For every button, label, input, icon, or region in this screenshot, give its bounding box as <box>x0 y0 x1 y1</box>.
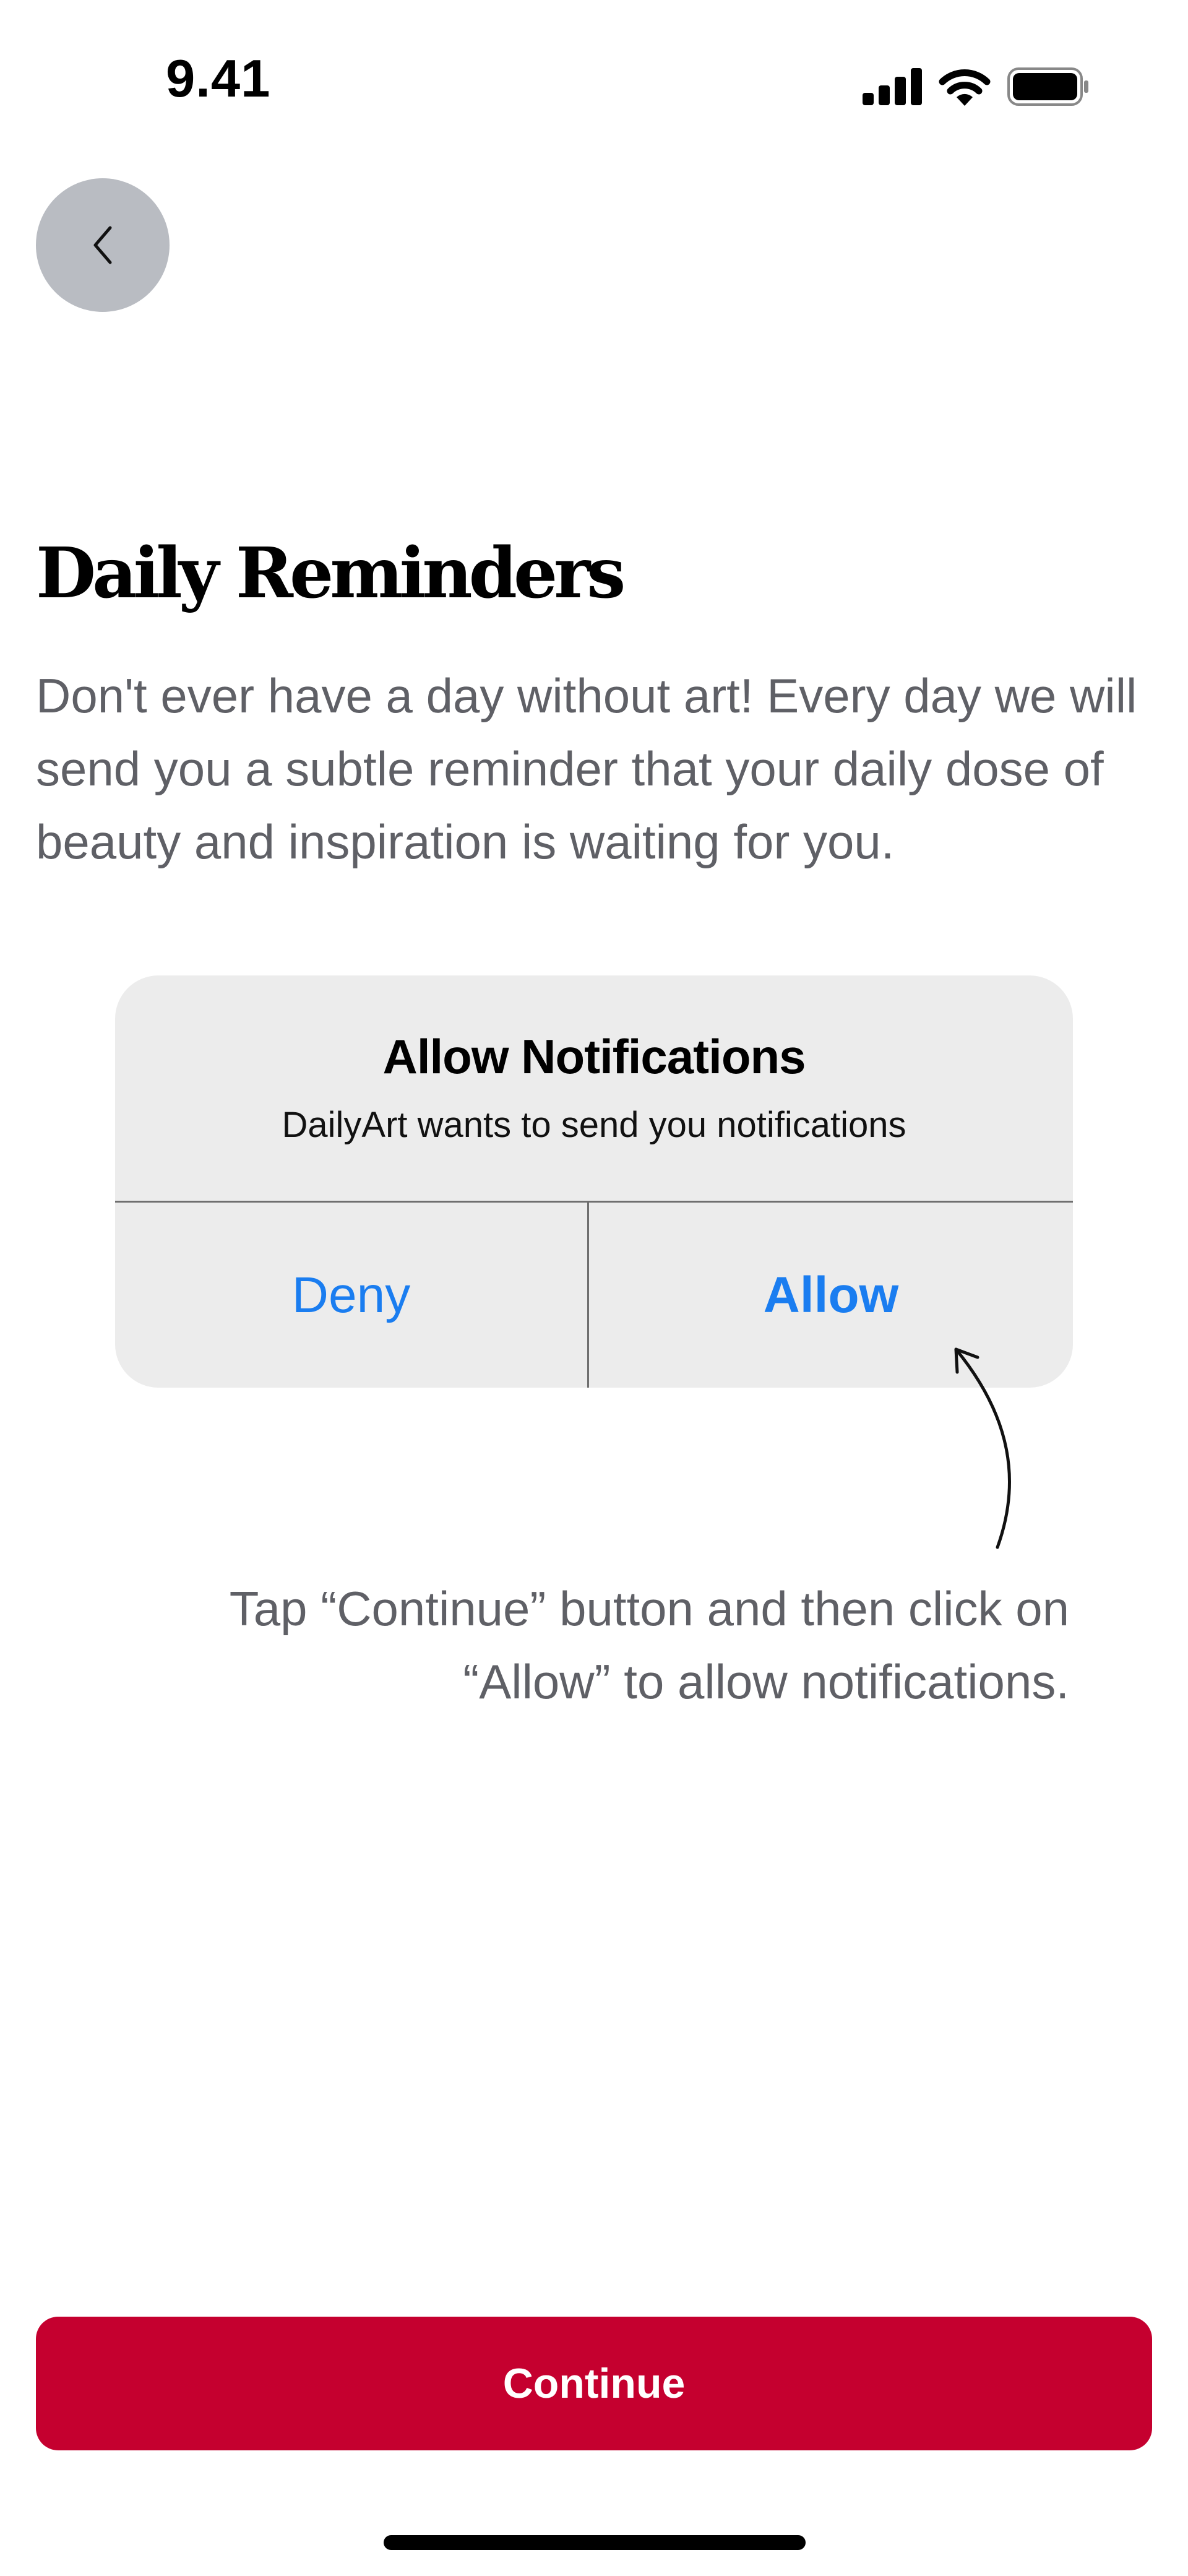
status-time: 9.41 <box>166 50 271 108</box>
chevron-left-icon <box>93 226 112 264</box>
continue-button[interactable]: Continue <box>36 2317 1152 2450</box>
dialog-title: Allow Notifications <box>382 1029 806 1084</box>
battery-icon <box>1007 67 1088 106</box>
back-button[interactable] <box>36 178 170 312</box>
hint-line-1: Tap “Continue” button and then click on <box>229 1581 1069 1636</box>
continue-button-label: Continue <box>502 2360 686 2407</box>
hint-line-2: “Allow” to allow notifications. <box>463 1654 1069 1709</box>
curved-arrow-icon <box>954 1347 1011 1549</box>
dialog-subtitle: DailyArt wants to send you notifications <box>282 1105 906 1145</box>
notification-dialog-illustration: Allow Notifications DailyArt wants to se… <box>115 975 1073 1388</box>
home-indicator[interactable] <box>384 2535 806 2550</box>
page-description: Don't ever have a day without art! Every… <box>36 668 1137 869</box>
cellular-signal-icon <box>863 68 922 105</box>
hint-text: Tap “Continue” button and then click on … <box>141 1572 1069 1718</box>
page-title: Daily Reminders <box>36 533 626 614</box>
wifi-icon <box>939 69 991 106</box>
status-icons <box>863 65 1089 108</box>
deny-button: Deny <box>291 1266 411 1323</box>
